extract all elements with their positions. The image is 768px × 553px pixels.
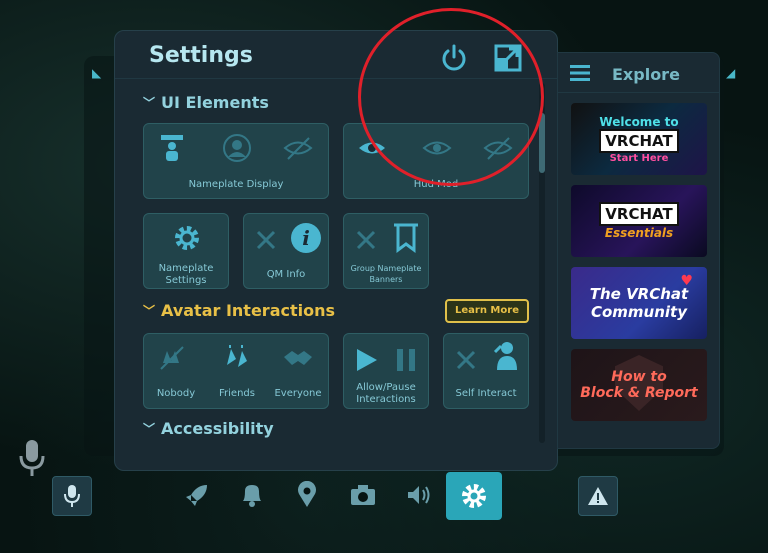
nameplate-display-label: Nameplate Display bbox=[188, 179, 284, 190]
community-card[interactable]: ♥ The VRChat Community bbox=[571, 267, 707, 339]
eye-off-icon[interactable] bbox=[282, 132, 314, 164]
friends-label: Friends bbox=[219, 388, 255, 399]
self-touch-icon[interactable] bbox=[490, 340, 522, 372]
allow-pause-interactions-tile: Allow/Pause Interactions bbox=[343, 333, 429, 409]
group-banners-label: Group Nameplate Banners bbox=[350, 264, 422, 284]
nameplate-settings-button[interactable]: Nameplate Settings bbox=[143, 213, 229, 289]
block-report-line2: Block & Report bbox=[580, 385, 698, 401]
chevron-down-icon: ﹀ bbox=[143, 422, 156, 436]
community-card-line2: Community bbox=[590, 303, 688, 321]
mic-status-icon bbox=[18, 438, 46, 478]
safety-warning-button[interactable] bbox=[578, 476, 618, 516]
nobody-label: Nobody bbox=[156, 388, 196, 399]
self-interact-tile: Self Interact bbox=[443, 333, 529, 409]
allow-pause-label: Allow/Pause Interactions bbox=[356, 382, 416, 405]
microphone-icon bbox=[64, 485, 80, 507]
info-icon[interactable]: i bbox=[290, 222, 322, 254]
avatar-interaction-permission-tile: Nobody Friends Everyone bbox=[143, 333, 329, 409]
explore-panel: Explore Welcome to VRCHAT Start Here VRC… bbox=[557, 52, 720, 449]
svg-text:i: i bbox=[302, 226, 310, 250]
group-banners-tile: Group Nameplate Banners bbox=[343, 213, 429, 289]
nameplate-settings-label: Nameplate Settings bbox=[158, 263, 214, 286]
vrchat-logo: VRCHAT bbox=[599, 202, 679, 226]
qm-info-label: QM Info bbox=[266, 269, 306, 280]
essentials-card[interactable]: VRCHAT Essentials bbox=[571, 185, 707, 257]
launchpad-rocket-icon[interactable] bbox=[178, 478, 216, 512]
settings-tab-button[interactable] bbox=[446, 472, 502, 520]
clapping-hands-icon[interactable] bbox=[221, 342, 253, 374]
welcome-card[interactable]: Welcome to VRCHAT Start Here bbox=[571, 103, 707, 175]
hand-off-icon[interactable] bbox=[156, 342, 188, 374]
camera-icon[interactable] bbox=[344, 478, 382, 512]
section-ui-elements[interactable]: ﹀ UI Elements bbox=[143, 93, 269, 112]
nameplate-display-tile: Nameplate Display bbox=[143, 123, 329, 199]
vrchat-logo: VRCHAT bbox=[599, 128, 679, 153]
gear-icon bbox=[171, 222, 203, 254]
section-accessibility[interactable]: ﹀ Accessibility bbox=[143, 419, 274, 438]
qm-info-tile: i QM Info bbox=[243, 213, 329, 289]
red-annotation-circle bbox=[358, 8, 544, 186]
gear-icon bbox=[462, 484, 486, 508]
mic-toggle-button[interactable] bbox=[52, 476, 92, 516]
welcome-card-heading: Welcome to bbox=[599, 114, 679, 129]
chevron-down-icon: ﹀ bbox=[143, 304, 156, 318]
pause-icon[interactable] bbox=[390, 344, 422, 376]
warning-icon bbox=[588, 487, 608, 505]
banner-icon[interactable] bbox=[390, 222, 422, 254]
notifications-bell-icon[interactable] bbox=[233, 478, 271, 512]
section-avatar-interactions[interactable]: ﹀ Avatar Interactions bbox=[143, 301, 335, 320]
hamburger-menu-icon[interactable] bbox=[570, 64, 590, 82]
community-card-line1: The VRChat bbox=[589, 285, 689, 303]
essentials-card-subtitle: Essentials bbox=[604, 226, 674, 240]
explore-header: Explore bbox=[558, 53, 719, 93]
close-icon[interactable] bbox=[250, 224, 282, 256]
block-report-card[interactable]: How to Block & Report bbox=[571, 349, 707, 421]
location-pin-icon[interactable] bbox=[288, 478, 326, 512]
block-report-line1: How to bbox=[611, 369, 667, 385]
audio-volume-icon[interactable] bbox=[400, 478, 438, 512]
user-circle-icon[interactable] bbox=[221, 132, 253, 164]
page-title: Settings bbox=[149, 43, 253, 68]
close-icon[interactable] bbox=[450, 344, 482, 376]
learn-more-button[interactable]: Learn More bbox=[445, 299, 529, 323]
nameplate-icon[interactable] bbox=[156, 132, 188, 164]
everyone-label: Everyone bbox=[274, 388, 322, 399]
close-icon[interactable] bbox=[350, 224, 382, 256]
explore-title: Explore bbox=[612, 65, 680, 84]
play-icon[interactable] bbox=[350, 344, 382, 376]
self-interact-label: Self Interact bbox=[455, 388, 517, 399]
welcome-card-subtitle: Start Here bbox=[609, 152, 669, 164]
heart-icon: ♥ bbox=[680, 273, 693, 289]
left-wing-icon[interactable]: ◣ bbox=[92, 66, 112, 80]
chevron-down-icon: ﹀ bbox=[143, 96, 156, 110]
handshake-icon[interactable] bbox=[282, 342, 314, 374]
right-wing-icon[interactable]: ◢ bbox=[726, 66, 746, 80]
